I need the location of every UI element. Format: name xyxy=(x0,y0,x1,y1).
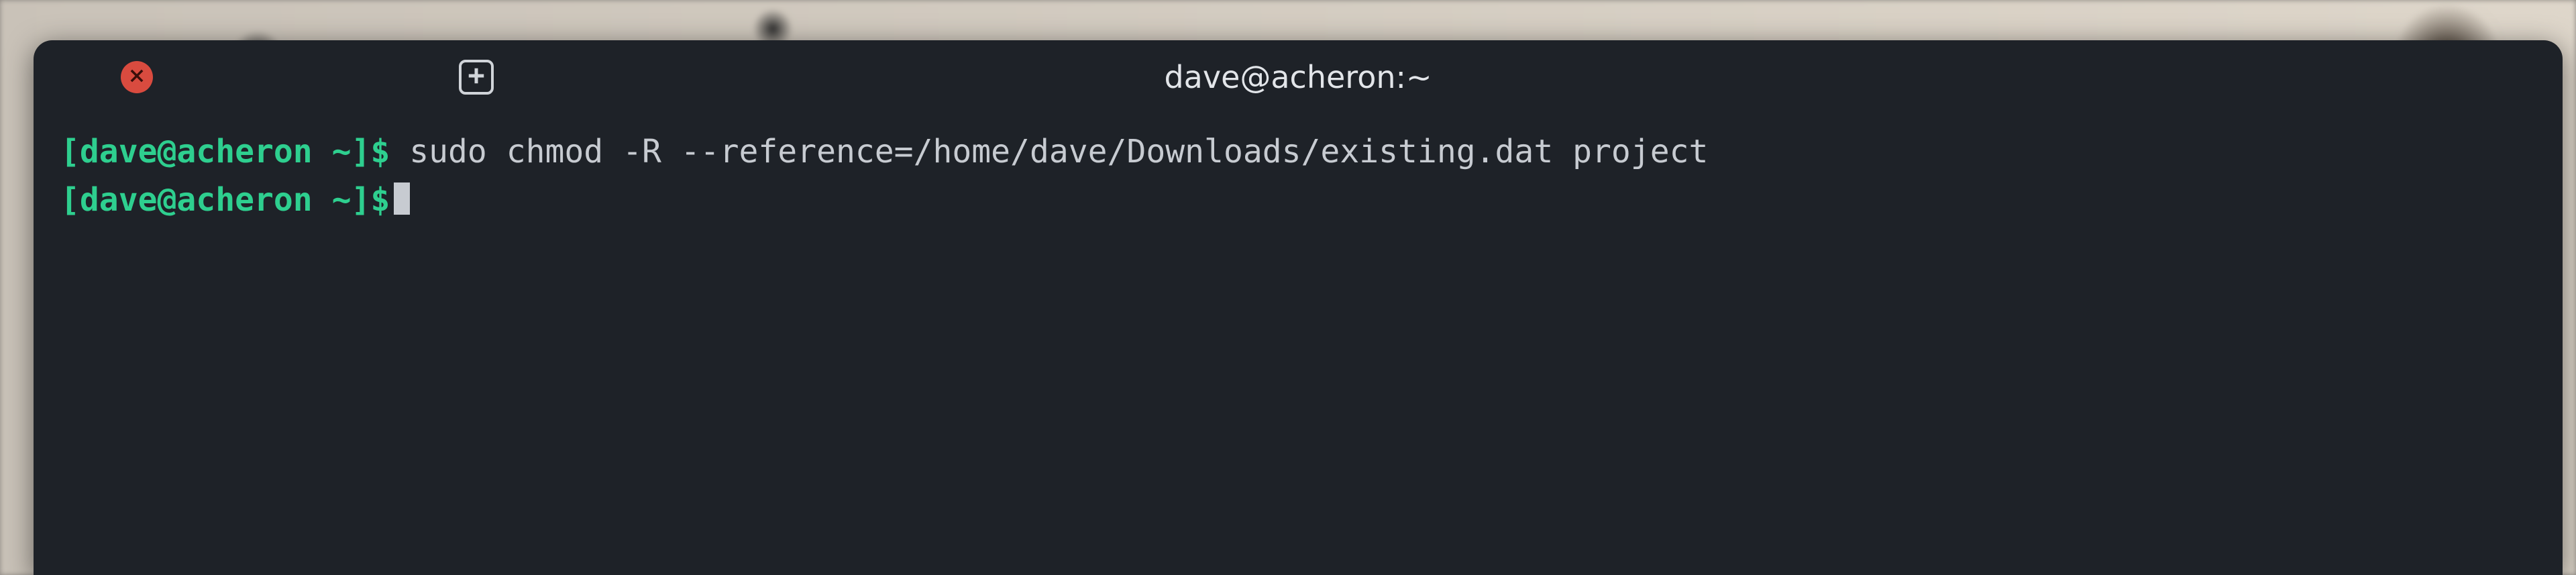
prompt-open-bracket: [ xyxy=(60,181,80,219)
terminal-window: dave@acheron:~ [dave@acheron ~]$ sudo ch… xyxy=(34,40,2563,575)
maximize-button[interactable] xyxy=(306,61,338,93)
close-button[interactable] xyxy=(121,61,153,93)
window-title: dave@acheron:~ xyxy=(1164,59,1432,95)
command-text xyxy=(390,133,409,170)
prompt-symbol: $ xyxy=(370,133,390,170)
new-tab-icon xyxy=(466,66,486,89)
prompt-path: ~ xyxy=(313,181,352,219)
cursor xyxy=(394,182,410,215)
command-text: sudo chmod -R --reference=/home/dave/Dow… xyxy=(409,133,1708,170)
titlebar[interactable]: dave@acheron:~ xyxy=(34,40,2563,114)
terminal-line: [dave@acheron ~]$ sudo chmod -R --refere… xyxy=(60,127,2536,176)
prompt-symbol: $ xyxy=(370,181,390,219)
minimize-button[interactable] xyxy=(213,61,246,93)
close-icon xyxy=(127,66,146,88)
new-tab-button[interactable] xyxy=(459,60,494,95)
prompt-userhost: dave@acheron xyxy=(80,133,313,170)
window-controls xyxy=(34,60,494,95)
prompt-path: ~ xyxy=(313,133,352,170)
terminal-line: [dave@acheron ~]$ xyxy=(60,176,2536,224)
terminal-body[interactable]: [dave@acheron ~]$ sudo chmod -R --refere… xyxy=(34,114,2563,575)
prompt-close-bracket: ] xyxy=(351,133,370,170)
prompt-close-bracket: ] xyxy=(351,181,370,219)
prompt-open-bracket: [ xyxy=(60,133,80,170)
prompt-userhost: dave@acheron xyxy=(80,181,313,219)
